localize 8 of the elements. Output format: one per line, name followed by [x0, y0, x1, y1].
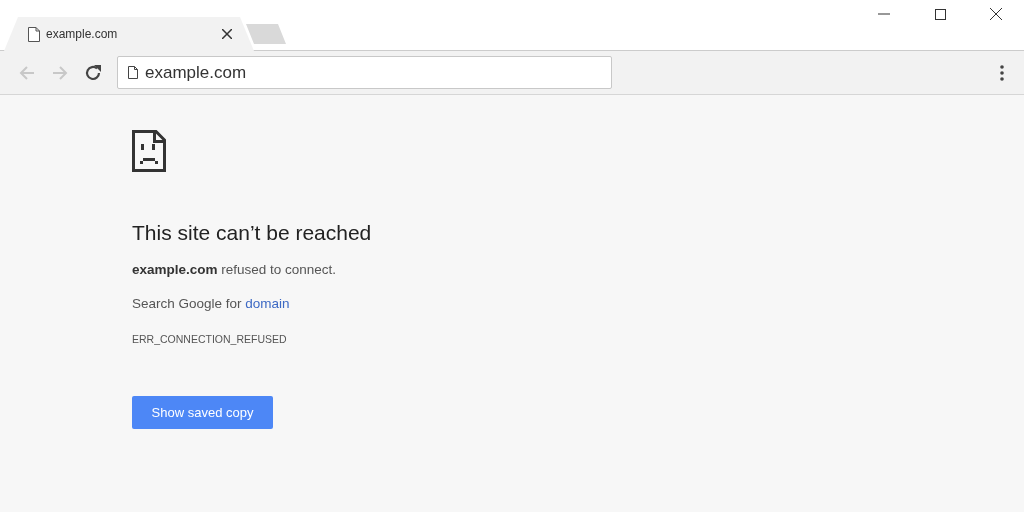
tab-title: example.com [46, 27, 119, 41]
search-suggestion: Search Google for domain [132, 296, 290, 311]
error-heading: This site can’t be reached [132, 221, 372, 245]
error-code: ERR_CONNECTION_REFUSED [132, 333, 287, 345]
search-link[interactable]: domain [245, 296, 290, 311]
error-message: example.com refused to connect. [132, 262, 337, 277]
address-bar[interactable]: example.com [117, 56, 612, 89]
browser-tab[interactable]: example.com [4, 17, 254, 51]
